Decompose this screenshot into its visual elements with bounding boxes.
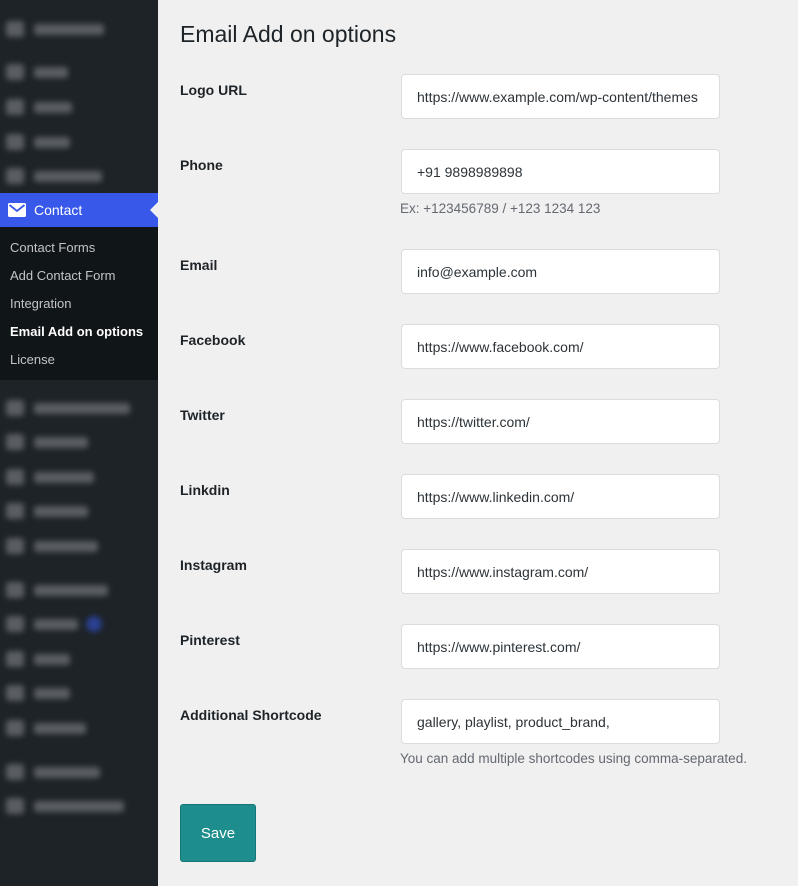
sidebar-item-label: Contact: [34, 202, 83, 218]
sidebar-item-blurred[interactable]: [6, 536, 98, 556]
shortcode-hint: You can add multiple shortcodes using co…: [400, 751, 747, 766]
sidebar-item-blurred[interactable]: [6, 501, 88, 521]
phone-input[interactable]: [401, 149, 720, 194]
sidebar-item-blurred[interactable]: [6, 580, 108, 600]
sidebar-item-blurred[interactable]: [6, 62, 68, 82]
sidebar-item-contact[interactable]: Contact: [0, 193, 158, 227]
sidebar-item-blurred[interactable]: [6, 132, 70, 152]
shortcode-input[interactable]: [401, 699, 720, 744]
sidebar-item-blurred[interactable]: [6, 432, 88, 452]
submenu-item-contact-forms[interactable]: Contact Forms: [0, 234, 158, 262]
shortcode-label: Additional Shortcode: [180, 707, 322, 723]
linkedin-input[interactable]: [401, 474, 720, 519]
email-input[interactable]: [401, 249, 720, 294]
mail-icon: [8, 203, 26, 217]
sidebar-item-blurred[interactable]: [6, 398, 130, 418]
email-label: Email: [180, 257, 218, 273]
sidebar-item-blurred[interactable]: [6, 19, 104, 39]
sidebar-item-blurred[interactable]: [6, 718, 86, 738]
facebook-label: Facebook: [180, 332, 246, 348]
sidebar-item-blurred[interactable]: [6, 762, 100, 782]
sidebar-item-blurred[interactable]: [6, 97, 72, 117]
pinterest-input[interactable]: [401, 624, 720, 669]
twitter-input[interactable]: [401, 399, 720, 444]
submenu-item-integration[interactable]: Integration: [0, 290, 158, 318]
submenu-item-add-contact-form[interactable]: Add Contact Form: [0, 262, 158, 290]
phone-hint: Ex: +123456789 / +123 1234 123: [400, 201, 601, 216]
sidebar-item-blurred[interactable]: [6, 467, 94, 487]
logo-url-label: Logo URL: [180, 82, 247, 98]
twitter-label: Twitter: [180, 407, 225, 423]
contact-submenu: Contact Forms Add Contact Form Integrati…: [0, 227, 158, 380]
save-button[interactable]: Save: [180, 804, 256, 862]
admin-sidebar: Contact Contact Forms Add Contact Form I…: [0, 0, 158, 886]
pinterest-label: Pinterest: [180, 632, 240, 648]
main-content: Email Add on options Logo URL Phone Ex: …: [158, 0, 798, 886]
linkedin-label: Linkdin: [180, 482, 230, 498]
sidebar-item-blurred[interactable]: [6, 796, 124, 816]
phone-label: Phone: [180, 157, 223, 173]
sidebar-item-blurred[interactable]: [6, 614, 102, 634]
sidebar-item-blurred[interactable]: [6, 649, 70, 669]
logo-url-input[interactable]: [401, 74, 720, 119]
instagram-label: Instagram: [180, 557, 247, 573]
submenu-item-email-add-on-options[interactable]: Email Add on options: [0, 318, 158, 346]
instagram-input[interactable]: [401, 549, 720, 594]
submenu-item-license[interactable]: License: [0, 346, 158, 374]
facebook-input[interactable]: [401, 324, 720, 369]
sidebar-item-blurred[interactable]: [6, 166, 102, 186]
page-title: Email Add on options: [180, 21, 397, 47]
sidebar-item-blurred[interactable]: [6, 683, 70, 703]
